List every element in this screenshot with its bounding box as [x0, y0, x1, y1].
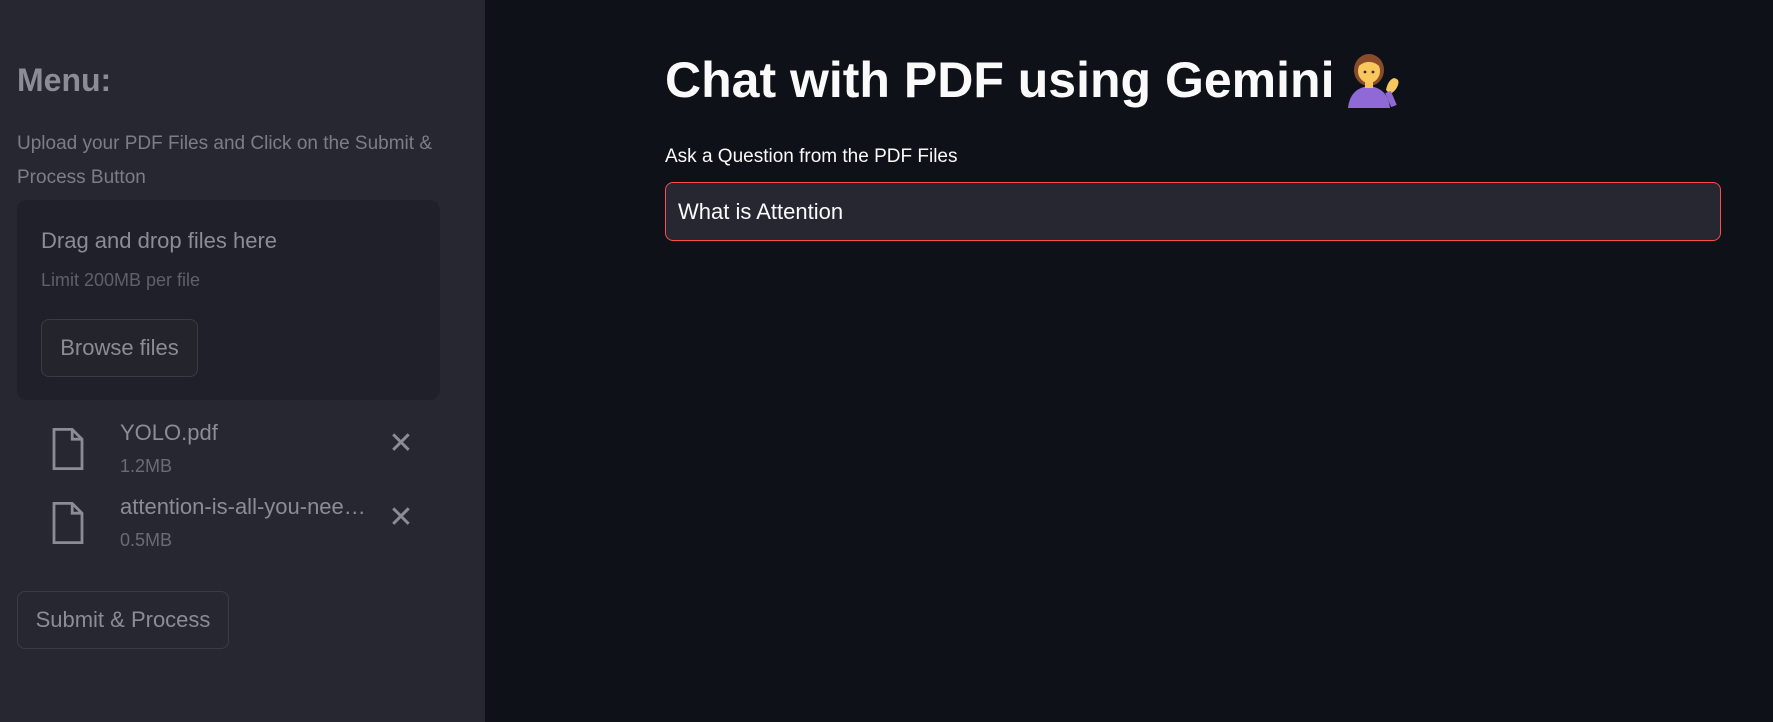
browse-files-button[interactable]: Browse files [41, 319, 198, 377]
file-dropzone[interactable]: Drag and drop files here Limit 200MB per… [17, 200, 440, 400]
dropzone-title: Drag and drop files here [41, 228, 278, 253]
uploaded-file-item: YOLO.pdf 1.2MB ✕ [17, 420, 440, 486]
sidebar-menu-title: Menu: [17, 62, 112, 98]
sidebar: Menu: Upload your PDF Files and Click on… [0, 0, 485, 722]
person-tipping-hand-icon [1348, 54, 1399, 108]
page-title: Chat with PDF using Gemini [665, 50, 1402, 110]
submit-process-button[interactable]: Submit & Process [17, 591, 229, 649]
remove-file-icon[interactable]: ✕ [387, 503, 415, 533]
question-input[interactable] [665, 182, 1721, 241]
file-size: 0.5MB [120, 530, 173, 550]
remove-file-icon[interactable]: ✕ [387, 429, 415, 459]
file-icon [52, 428, 84, 470]
file-name: YOLO.pdf [120, 420, 218, 445]
question-label: Ask a Question from the PDF Files [665, 146, 958, 167]
page-title-text: Chat with PDF using Gemini [665, 52, 1335, 108]
main-content: Chat with PDF using Gemini Ask a Questio… [485, 0, 1773, 722]
dropzone-limit: Limit 200MB per file [41, 270, 201, 290]
upload-instructions: Upload your PDF Files and Click on the S… [17, 133, 433, 188]
file-name: attention-is-all-you-nee… [120, 494, 366, 519]
file-icon [52, 502, 84, 544]
uploaded-file-item: attention-is-all-you-nee… 0.5MB ✕ [17, 494, 440, 560]
file-size: 1.2MB [120, 456, 173, 476]
app-root: Menu: Upload your PDF Files and Click on… [0, 0, 1773, 722]
